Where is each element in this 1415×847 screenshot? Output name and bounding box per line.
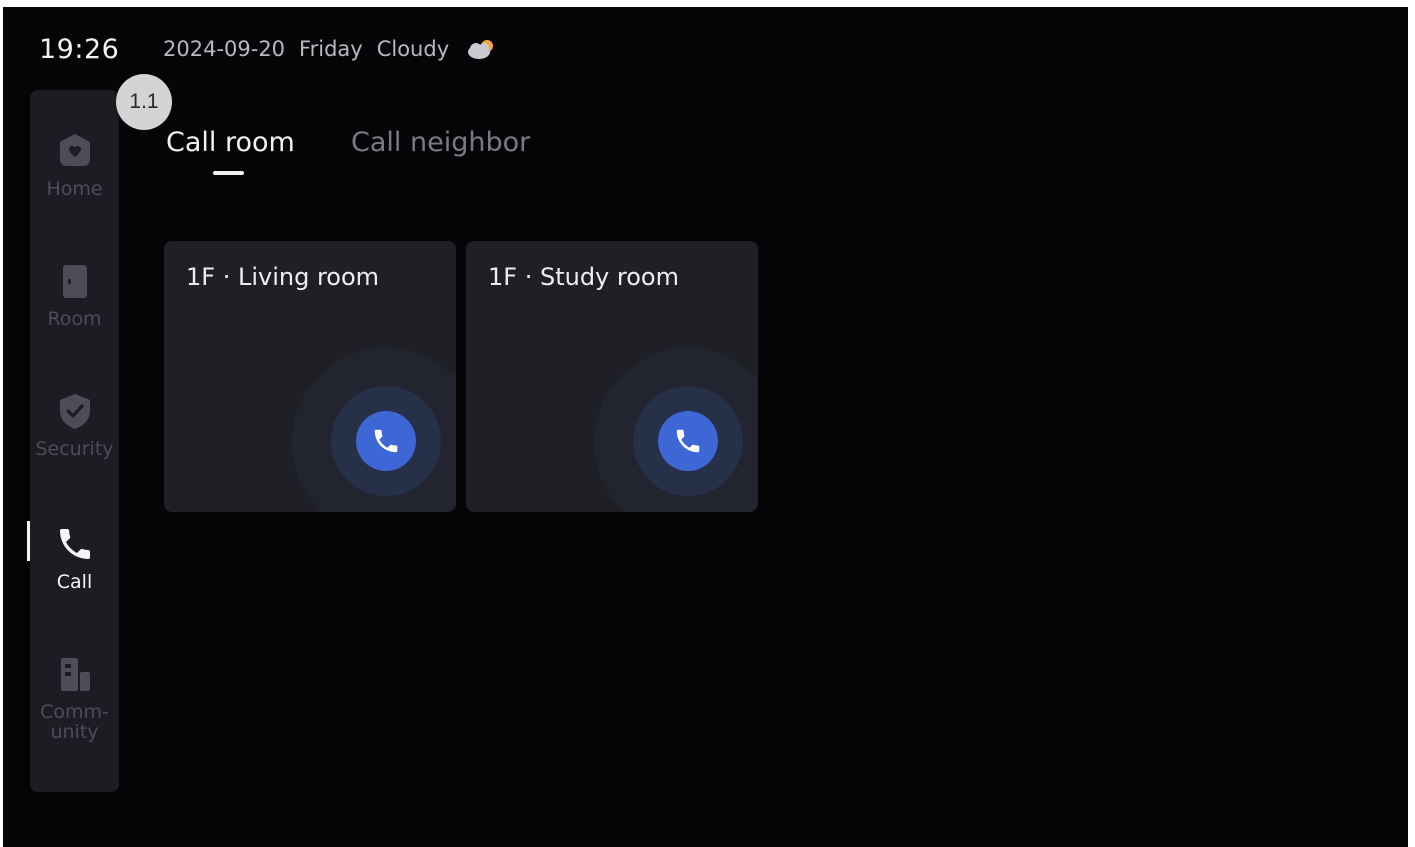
sidebar-item-room[interactable]: Room (30, 261, 119, 329)
screen: 19:26 2024-09-20 Friday Cloudy Home Room… (3, 7, 1408, 847)
shield-check-icon (55, 391, 95, 431)
sidebar-item-security[interactable]: Security (30, 391, 119, 459)
phone-icon (55, 524, 95, 564)
room-card-study-room[interactable]: 1F · Study room (466, 241, 758, 512)
sidebar-item-home[interactable]: Home (30, 131, 119, 199)
clock-time: 19:26 (39, 34, 120, 65)
sidebar-item-label: Room (47, 308, 102, 330)
sidebar-item-call[interactable]: Call (30, 524, 119, 592)
call-button[interactable] (356, 411, 416, 471)
active-nav-indicator (27, 521, 30, 561)
sidebar-nav: Home Room Security Call Comm- unity (30, 90, 119, 792)
phone-icon (673, 426, 703, 456)
home-icon (55, 131, 95, 171)
room-title: 1F · Living room (186, 263, 380, 291)
tab-active-underline (213, 171, 244, 175)
door-icon (55, 261, 95, 301)
sidebar-item-label-continued: unity (50, 721, 99, 743)
sidebar-item-label: Call (56, 571, 93, 593)
room-title: 1F · Study room (488, 263, 679, 291)
sidebar-item-label: Security (35, 438, 114, 460)
weather-text: Cloudy (376, 37, 450, 61)
date-text: 2024-09-20 (163, 37, 286, 61)
tab-call-room[interactable]: Call room (166, 127, 295, 158)
buildings-icon (55, 654, 95, 694)
sidebar-item-community[interactable]: Comm- unity (30, 654, 119, 742)
status-line: 2024-09-20 Friday Cloudy (163, 37, 497, 61)
call-button[interactable] (658, 411, 718, 471)
phone-icon (371, 426, 401, 456)
room-card-living-room[interactable]: 1F · Living room (164, 241, 456, 512)
tab-call-neighbor[interactable]: Call neighbor (351, 127, 530, 158)
step-badge: 1.1 (116, 74, 172, 130)
sidebar-item-label: Home (46, 178, 103, 200)
cloud-sun-icon (465, 37, 497, 61)
sidebar-item-label: Comm- (40, 701, 109, 723)
weekday-text: Friday (299, 37, 363, 61)
